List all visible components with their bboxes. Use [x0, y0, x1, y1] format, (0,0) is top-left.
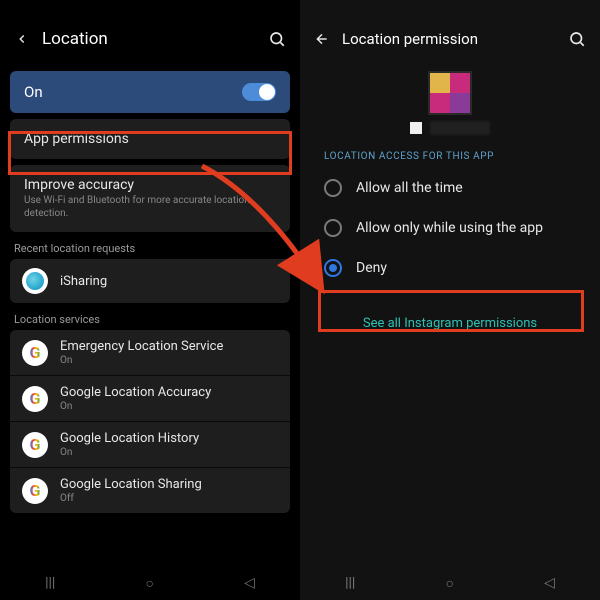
- location-master-toggle[interactable]: On: [10, 71, 290, 113]
- radio-label: Allow all the time: [356, 180, 463, 196]
- page-title: Location: [42, 29, 266, 49]
- recents-icon[interactable]: |||: [345, 575, 355, 591]
- list-item-title: Google Location History: [60, 431, 199, 446]
- list-item[interactable]: G Google Location Accuracy On: [10, 375, 290, 421]
- list-item-title: Google Location Sharing: [60, 477, 202, 492]
- list-item-title: Google Location Accuracy: [60, 385, 211, 400]
- section-services: Location services: [14, 313, 286, 326]
- radio-option-allow-while-using[interactable]: Allow only while using the app: [316, 208, 584, 248]
- radio-label: Allow only while using the app: [356, 220, 543, 236]
- list-item-sub: On: [60, 447, 199, 458]
- radio-label: Deny: [356, 260, 387, 276]
- header-left: Location: [0, 15, 300, 63]
- list-item-title: iSharing: [60, 274, 107, 289]
- google-icon: G: [22, 478, 48, 504]
- location-permission-pane: Location permission LOCATION ACCESS FOR …: [300, 0, 600, 600]
- location-settings-pane: Location On App permissions Improve accu…: [0, 0, 300, 600]
- radio-icon: [324, 179, 342, 197]
- list-item-sub: Off: [60, 493, 202, 504]
- app-hero: [306, 73, 594, 135]
- radio-option-allow-all[interactable]: Allow all the time: [316, 168, 584, 208]
- list-item[interactable]: G Emergency Location Service On: [10, 330, 290, 375]
- radio-icon: [324, 219, 342, 237]
- list-item[interactable]: G Google Location History On: [10, 421, 290, 467]
- page-title: Location permission: [342, 30, 566, 48]
- home-icon[interactable]: ○: [146, 575, 154, 592]
- improve-title: Improve accuracy: [24, 177, 276, 193]
- google-icon: G: [22, 432, 48, 458]
- list-item-title: Emergency Location Service: [60, 339, 223, 354]
- recent-list: iSharing: [10, 259, 290, 303]
- app-permissions-row[interactable]: App permissions: [10, 119, 290, 159]
- list-item[interactable]: iSharing: [10, 259, 290, 303]
- improve-sub: Use Wi-Fi and Bluetooth for more accurat…: [24, 195, 276, 220]
- instagram-app-icon: [430, 73, 470, 113]
- list-item[interactable]: G Google Location Sharing Off: [10, 467, 290, 513]
- android-navbar: ||| ○ ◁: [300, 566, 600, 600]
- home-icon[interactable]: ○: [446, 575, 454, 592]
- section-label: LOCATION ACCESS FOR THIS APP: [324, 151, 576, 162]
- permission-radio-group: Allow all the time Allow only while usin…: [306, 168, 594, 288]
- google-icon: G: [22, 386, 48, 412]
- search-icon[interactable]: [566, 30, 588, 48]
- app-name-obscured: [410, 122, 422, 134]
- improve-accuracy-row[interactable]: Improve accuracy Use Wi-Fi and Bluetooth…: [10, 165, 290, 232]
- header-right: Location permission: [300, 15, 600, 63]
- back-nav-icon[interactable]: ◁: [544, 575, 555, 591]
- list-item-sub: On: [60, 355, 223, 366]
- radio-option-deny[interactable]: Deny: [316, 248, 584, 288]
- see-all-permissions-link[interactable]: See all Instagram permissions: [306, 316, 594, 331]
- google-icon: G: [22, 340, 48, 366]
- app-name-obscured: [430, 121, 490, 135]
- toggle-switch-icon[interactable]: [242, 83, 276, 101]
- search-icon[interactable]: [266, 30, 288, 48]
- isharing-app-icon: [22, 268, 48, 294]
- radio-icon: [324, 259, 342, 277]
- toggle-label: On: [24, 83, 43, 101]
- back-icon[interactable]: [12, 32, 32, 46]
- section-recent: Recent location requests: [14, 242, 286, 255]
- list-item-sub: On: [60, 401, 211, 412]
- back-nav-icon[interactable]: ◁: [244, 575, 255, 591]
- android-navbar: ||| ○ ◁: [0, 566, 300, 600]
- services-list: G Emergency Location Service On G Google…: [10, 330, 290, 513]
- back-icon[interactable]: [312, 31, 332, 47]
- app-permissions-label: App permissions: [24, 131, 129, 147]
- recents-icon[interactable]: |||: [45, 575, 55, 591]
